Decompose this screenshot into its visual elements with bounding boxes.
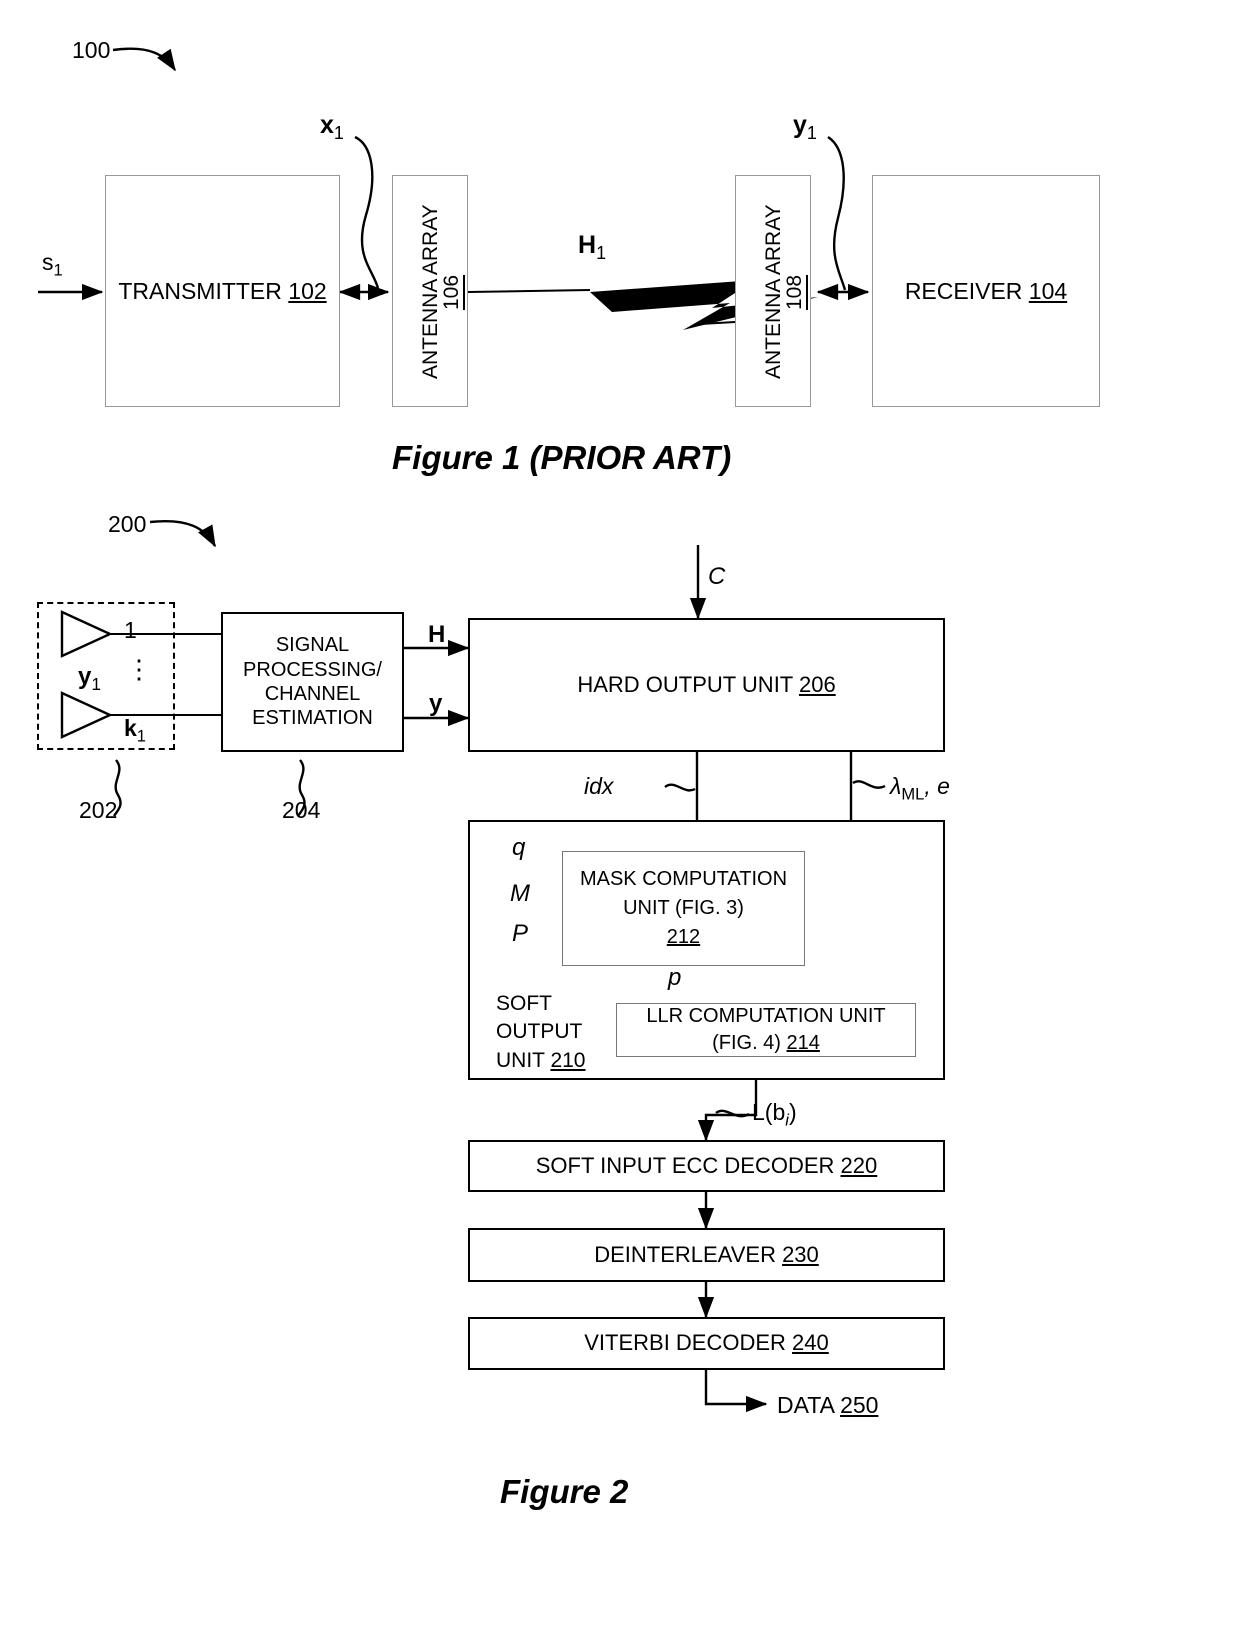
deinterleaver-block[interactable]: DEINTERLEAVER 230 <box>468 1228 945 1282</box>
viterbi-decoder-label: VITERBI DECODER 240 <box>584 1330 829 1356</box>
antenna-group-dashed-box <box>37 602 175 750</box>
llr-computation-unit-ref: 214 <box>786 1032 820 1054</box>
antenna-array-tx-block[interactable]: ANTENNA ARRAY 106 <box>392 175 468 407</box>
output-y-label: y <box>429 690 443 717</box>
x-symbol: x <box>320 111 334 139</box>
deinterleaver-ref: 230 <box>782 1241 819 1267</box>
antenna-array-rx-ref-wrap: 108 <box>736 176 812 408</box>
soft-input-ecc-decoder-block[interactable]: SOFT INPUT ECC DECODER 220 <box>468 1140 945 1192</box>
figure1-x-label: x1 <box>320 110 344 145</box>
mask-computation-unit-block[interactable]: MASK COMPUTATION UNIT (FIG. 3) 212 <box>562 851 805 966</box>
llr-output-close: ) <box>788 1099 797 1125</box>
deinterleaver-label: DEINTERLEAVER 230 <box>594 1241 819 1267</box>
llr-computation-unit-block[interactable]: LLR COMPUTATION UNIT (FIG. 4) 214 <box>616 1003 916 1057</box>
antenna-index-last: k1 <box>124 715 146 746</box>
antenna-index-last-subscript: 1 <box>136 726 146 746</box>
mask-input-M-label: M <box>510 880 530 907</box>
figure2-ref-number: 200 <box>108 511 147 537</box>
receiver-label: RECEIVER 104 <box>904 277 1068 304</box>
signal-processing-label: SIGNAL PROCESSING/ CHANNEL ESTIMATION <box>243 634 382 730</box>
transmitter-block[interactable]: TRANSMITTER 102 <box>105 175 340 407</box>
soft-output-unit-label: SOFT OUTPUT UNIT 210 <box>496 992 586 1072</box>
antenna-ellipsis-icon: ⋮ <box>126 654 152 684</box>
figure1-caption: Figure 1 (PRIOR ART) <box>392 439 732 476</box>
transmitter-label: TRANSMITTER 102 <box>118 277 327 304</box>
input-signal-symbol: s <box>42 249 54 275</box>
llr-computation-unit-label: LLR COMPUTATION UNIT (FIG. 4) 214 <box>646 1005 886 1054</box>
viterbi-decoder-block[interactable]: VITERBI DECODER 240 <box>468 1317 945 1370</box>
data-output-ref: 250 <box>840 1392 879 1418</box>
transmitter-ref: 102 <box>288 277 327 304</box>
input-signal-subscript: 1 <box>53 260 63 280</box>
mask-input-q-label: q <box>512 834 526 861</box>
channel-symbol: H <box>578 231 597 259</box>
y-subscript: 1 <box>806 123 817 143</box>
lambda-rest: , e <box>924 773 950 799</box>
signal-processing-block[interactable]: SIGNAL PROCESSING/ CHANNEL ESTIMATION <box>221 612 404 752</box>
hard-output-unit-block[interactable]: HARD OUTPUT UNIT 206 <box>468 618 945 752</box>
receiver-block[interactable]: RECEIVER 104 <box>872 175 1100 407</box>
antenna-array-rx-ref: 108 <box>783 274 806 310</box>
receiver-ref: 104 <box>1028 277 1068 304</box>
x-subscript: 1 <box>333 123 344 143</box>
lambda-ml-signal-label: λML, e <box>890 772 950 805</box>
soft-output-unit-ref: 210 <box>550 1048 586 1072</box>
antenna-array-rx-block[interactable]: ANTENNA ARRAY 108 <box>735 175 811 407</box>
antenna-array-tx-ref-wrap: 106 <box>393 176 469 408</box>
viterbi-decoder-ref: 240 <box>792 1330 829 1356</box>
lambda-subscript: ML <box>901 784 925 804</box>
output-H-label: H <box>428 621 446 648</box>
figure2-caption: Figure 2 <box>500 1473 629 1510</box>
llr-output-label: L(bi) <box>752 1099 797 1130</box>
patent-figure-page: 100 s1 TRANSMITTER 102 x1 ANTENNA ARRAY … <box>0 0 1240 1649</box>
soft-input-ecc-decoder-ref: 220 <box>840 1152 878 1178</box>
hard-output-unit-label: HARD OUTPUT UNIT 206 <box>577 671 836 697</box>
figure1-input-signal-label: s1 <box>42 248 63 281</box>
signal-processing-ref: 204 <box>282 797 321 823</box>
figure1-ref-number: 100 <box>72 37 111 63</box>
antenna-group-ref: 202 <box>79 797 118 823</box>
antenna-array-tx-ref: 106 <box>440 274 463 310</box>
lambda-symbol: λ <box>890 773 902 799</box>
figure1-channel-label: H1 <box>578 230 606 265</box>
soft-input-ecc-decoder-label: SOFT INPUT ECC DECODER 220 <box>535 1152 878 1178</box>
mask-input-P-label: P <box>512 920 529 947</box>
antenna-index-first: 1 <box>124 617 137 643</box>
idx-signal-label: idx <box>584 773 614 799</box>
mask-computation-unit-label: MASK COMPUTATION UNIT (FIG. 3) 212 <box>579 868 788 948</box>
hard-output-unit-ref: 206 <box>798 671 836 697</box>
mask-computation-unit-ref: 212 <box>666 926 701 948</box>
antenna-vector-label: y1 <box>78 663 101 694</box>
p-signal-label: p <box>668 964 682 991</box>
y-symbol: y <box>793 111 807 139</box>
channel-subscript: 1 <box>596 243 607 263</box>
data-output-label: DATA 250 <box>777 1392 879 1418</box>
antenna-vector-subscript: 1 <box>91 673 101 694</box>
constellation-input-label: C <box>708 563 726 590</box>
figure1-y-label: y1 <box>793 110 817 145</box>
